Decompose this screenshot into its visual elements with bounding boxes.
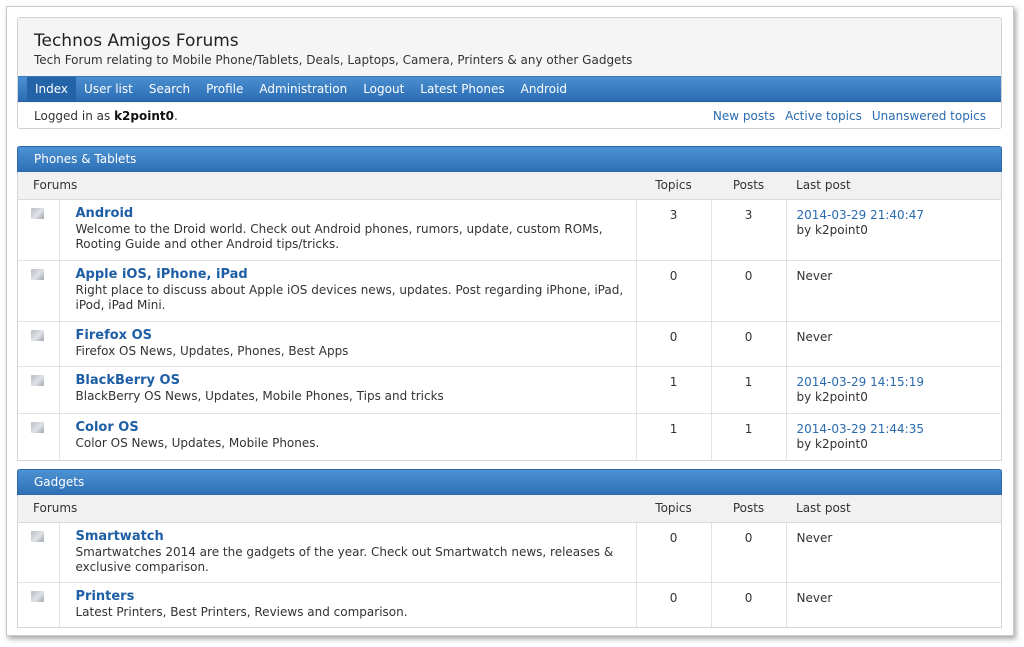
forum-status-icon [31,207,44,219]
table-row: Color OS Color OS News, Updates, Mobile … [18,413,1001,460]
forum-link-firefox-os[interactable]: Firefox OS [76,328,152,343]
site-title[interactable]: Technos Amigos Forums [34,31,239,51]
forum-description: BlackBerry OS News, Updates, Mobile Phon… [75,388,444,403]
forum-description: Firefox OS News, Updates, Phones, Best A… [75,343,349,358]
posts-count: 1 [711,366,787,414]
last-post-never: Never [796,590,833,605]
nav-item-user-list[interactable]: User list [76,77,141,101]
last-post-author: by k2point0 [796,389,868,404]
last-post-author: by k2point0 [796,436,868,451]
logged-in-suffix: . [173,109,178,123]
table-row: Firefox OS Firefox OS News, Updates, Pho… [18,321,1001,367]
table-row: Printers Latest Printers, Best Printers,… [18,582,1001,627]
forum-link-printers[interactable]: Printers [76,589,135,604]
active-topics-link[interactable]: Active topics [785,109,862,123]
main-navigation: Index User list Search Profile Administr… [18,76,1001,102]
forum-link-apple-ios[interactable]: Apple iOS, iPhone, iPad [76,267,248,282]
topics-count: 0 [636,582,712,627]
table-row: Smartwatch Smartwatches 2014 are the gad… [18,522,1001,583]
column-header-forums: Forums [18,172,637,200]
column-header-posts: Posts [711,172,787,200]
forum-table: Forums Topics Posts Last post Android We… [18,172,1001,460]
nav-item-administration[interactable]: Administration [251,77,355,101]
posts-count: 0 [711,582,787,627]
last-post-link[interactable]: 2014-03-29 21:44:35 [797,422,991,437]
category-phones-tablets: Phones & Tablets Forums Topics Posts Las… [17,146,1002,461]
new-posts-link[interactable]: New posts [713,109,775,123]
quick-links: New posts Active topics Unanswered topic… [713,109,986,123]
nav-item-logout[interactable]: Logout [355,77,412,101]
logged-in-username: k2point0 [114,109,174,123]
posts-count: 0 [711,522,787,583]
last-post-never: Never [796,530,833,545]
column-header-forums: Forums [18,495,637,523]
forum-link-color-os[interactable]: Color OS [76,420,139,435]
posts-count: 0 [711,321,787,367]
column-header-posts: Posts [711,495,787,523]
forum-description: Right place to discuss about Apple iOS d… [75,282,624,312]
topics-count: 0 [636,321,712,367]
nav-item-android[interactable]: Android [513,77,575,101]
topics-count: 0 [636,260,712,322]
status-bar: Logged in as k2point0. New posts Active … [18,103,1001,128]
forum-status-icon [31,590,44,602]
nav-item-profile[interactable]: Profile [198,77,251,101]
column-header-last-post: Last post [786,172,1001,200]
window-frame: Technos Amigos Forums Tech Forum relatin… [6,6,1014,636]
topics-count: 1 [636,366,712,414]
last-post-never: Never [796,329,833,344]
column-header-last-post: Last post [786,495,1001,523]
forum-status-icon [31,374,44,386]
column-header-topics: Topics [636,172,712,200]
forum-status-icon [31,530,44,542]
table-row: Android Welcome to the Droid world. Chec… [18,199,1001,261]
nav-item-search[interactable]: Search [141,77,198,101]
last-post-link[interactable]: 2014-03-29 21:40:47 [797,208,991,223]
forum-table: Forums Topics Posts Last post Smartwatch… [18,495,1001,627]
table-header-row: Forums Topics Posts Last post [18,172,1001,200]
forum-status-icon [31,268,44,280]
last-post-never: Never [796,268,833,283]
forum-status-icon [31,329,44,341]
forum-link-smartwatch[interactable]: Smartwatch [76,529,164,544]
posts-count: 3 [711,199,787,261]
forum-description: Color OS News, Updates, Mobile Phones. [75,435,320,450]
logged-in-status: Logged in as k2point0. [34,109,178,123]
unanswered-topics-link[interactable]: Unanswered topics [872,109,986,123]
last-post-link[interactable]: 2014-03-29 14:15:19 [797,375,991,390]
topics-count: 1 [636,413,712,460]
page-container: Technos Amigos Forums Tech Forum relatin… [17,17,1002,628]
table-row: Apple iOS, iPhone, iPad Right place to d… [18,260,1001,322]
column-header-topics: Topics [636,495,712,523]
table-row: BlackBerry OS BlackBerry OS News, Update… [18,366,1001,414]
site-header: Technos Amigos Forums Tech Forum relatin… [17,17,1002,129]
posts-count: 1 [711,413,787,460]
category-title: Phones & Tablets [17,146,1002,172]
forum-description: Latest Printers, Best Printers, Reviews … [75,604,408,619]
forum-description: Welcome to the Droid world. Check out An… [75,221,603,251]
category-title: Gadgets [17,469,1002,495]
category-gadgets: Gadgets Forums Topics Posts Last post Sm… [17,469,1002,628]
forum-status-icon [31,421,44,433]
logged-in-prefix: Logged in as [34,109,111,123]
posts-count: 0 [711,260,787,322]
forum-description: Smartwatches 2014 are the gadgets of the… [75,544,614,574]
forum-link-blackberry-os[interactable]: BlackBerry OS [76,373,180,388]
nav-item-index[interactable]: Index [27,77,77,101]
forum-link-android[interactable]: Android [76,206,134,221]
table-header-row: Forums Topics Posts Last post [18,495,1001,523]
nav-item-latest-phones[interactable]: Latest Phones [412,77,512,101]
topics-count: 3 [636,199,712,261]
last-post-author: by k2point0 [796,222,868,237]
site-description: Tech Forum relating to Mobile Phone/Tabl… [34,53,633,67]
topics-count: 0 [636,522,712,583]
